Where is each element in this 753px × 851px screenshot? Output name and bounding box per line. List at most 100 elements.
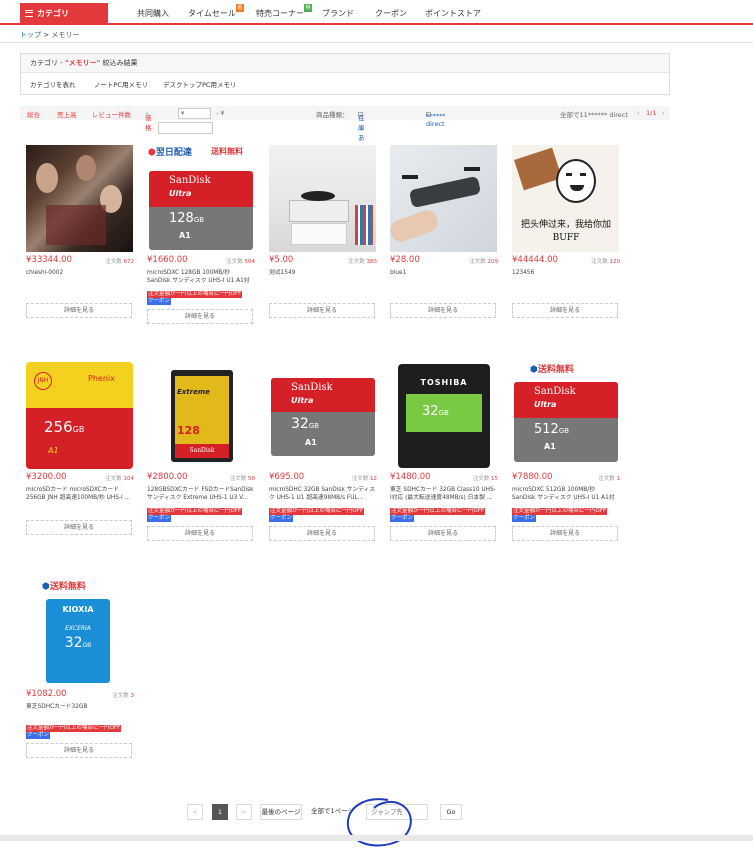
product-card[interactable]: Extreme 128 SanDisk ¥2800.00 注文数 50 128G… (147, 362, 255, 541)
pager-page-1[interactable]: 1 (212, 804, 228, 820)
product-card[interactable]: SanDisk Ultra 32GB A1 ¥695.00 注文数 12 mic… (269, 362, 377, 541)
sort-prev-icon[interactable]: ‹ (637, 109, 640, 117)
nav-item-time-sale-label: タイムセール (188, 9, 236, 18)
product-title[interactable]: 東芝 SDHCカード 32GB Class10 UHS-I対応 (最大転送速度4… (390, 486, 497, 502)
pager-last-button[interactable]: 最後のページ (260, 804, 302, 820)
nav-item-special-sale[interactable]: 特売コーナー 特 (256, 4, 312, 19)
product-image[interactable]: ⬢送料無料 KIOXIA EXCERIA 32GB (26, 579, 133, 686)
product-card[interactable]: ¥5.00 注文数 383 测试1549 詳細を見る (269, 145, 377, 318)
product-title[interactable]: chieshi-0002 (26, 269, 133, 277)
card-line: Ultra (291, 396, 314, 405)
product-title[interactable]: 東芝SDHCカード32GB (26, 703, 133, 711)
cap-number: 128 (169, 211, 194, 226)
card-line: Extreme (177, 388, 210, 396)
nav-item-coupon[interactable]: クーポン (375, 8, 407, 19)
cap-number: 32 (291, 416, 309, 432)
detail-button[interactable]: 詳細を見る (147, 309, 253, 324)
orders-count: 3 (130, 693, 135, 699)
detail-button[interactable]: 詳細を見る (26, 520, 132, 535)
product-image[interactable]: SanDisk Ultra 32GB A1 (269, 362, 376, 469)
next-day-icon: ⬢ (148, 148, 156, 158)
detail-button[interactable]: 詳細を見る (512, 526, 618, 541)
product-title[interactable]: microSDカード microSDXCカード 256GB JNH 超高速100… (26, 486, 133, 502)
product-image[interactable] (26, 145, 133, 252)
sort-overall[interactable]: 総合 (27, 109, 40, 119)
product-image[interactable]: Extreme 128 SanDisk (147, 362, 254, 469)
detail-button[interactable]: 詳細を見る (390, 303, 496, 318)
footer-divider (0, 835, 753, 841)
product-title[interactable]: blue1 (390, 269, 497, 277)
detail-button[interactable]: 詳細を見る (147, 526, 253, 541)
sort-sales[interactable]: 売上高 (57, 109, 77, 119)
pager-next-button[interactable]: > (236, 804, 252, 820)
nav-item-group-buy[interactable]: 共同購入 (137, 8, 169, 19)
breadcrumb-sep: > (41, 31, 52, 39)
product-image[interactable]: 把头伸过来，我给你加BUFF (512, 145, 619, 252)
card-capacity: 32GB (46, 635, 110, 651)
product-image[interactable]: TOSHIBA 32GB (390, 362, 497, 469)
sort-reviews[interactable]: レビュー件数 (92, 109, 131, 119)
nav-item-point-store[interactable]: ポイントストア (425, 8, 481, 19)
product-card[interactable]: ⬢翌日配達 送料無料 SanDisk Ultra 128GB A1 ¥1660.… (147, 145, 255, 324)
filter-tab-desktop[interactable]: デスクトップPC用メモリ (163, 79, 236, 89)
category-menu-button[interactable]: カテゴリ (20, 3, 108, 23)
product-orders: 注文数 3 (112, 691, 134, 699)
pager-prev-button[interactable]: < (187, 804, 203, 820)
product-orders: 注文数 15 (473, 474, 498, 482)
detail-button[interactable]: 詳細を見る (269, 303, 375, 318)
card-brand: KIOXIA (62, 605, 94, 614)
product-title[interactable]: microSDXC 128GB 100MB/秒 SanDisk サンディスク U… (147, 269, 254, 285)
coupon-badge[interactable]: クーポン (390, 515, 415, 522)
product-image[interactable]: JNH Phenix 256GB A1 (26, 362, 133, 469)
price-max-input[interactable] (158, 122, 213, 134)
product-title[interactable]: microSDHC 32GB SanDisk サンディスク UHS-1 U1 超… (269, 486, 376, 502)
product-card[interactable]: ¥33344.00 注文数 672 chieshi-0002 詳細を見る (26, 145, 134, 318)
product-title[interactable]: 123456 (512, 269, 619, 277)
direct-label: ****** direct (426, 112, 446, 128)
detail-button[interactable]: 詳細を見る (512, 303, 618, 318)
detail-button[interactable]: 詳細を見る (26, 303, 132, 318)
product-orders: 注文数 104 (105, 474, 134, 482)
special-sale-badge: 特 (304, 4, 312, 12)
product-image[interactable] (269, 145, 376, 252)
product-card[interactable]: 把头伸过来，我给你加BUFF ¥44444.00 注文数 120 123456 … (512, 145, 620, 318)
product-card[interactable]: ⬢送料無料 SanDisk Ultra 512GB A1 ¥7880.00 注文… (512, 362, 620, 541)
shipping-icon: ⬢ (42, 582, 50, 592)
product-title[interactable]: microSDXC 512GB 100MB/秒 SanDisk サンディスク U… (512, 486, 619, 502)
promo-block: 注文金額が一円以上の場合に一円OFF クーポン (26, 725, 122, 739)
orders-label: 注文数 (598, 476, 615, 482)
product-card[interactable]: JNH Phenix 256GB A1 ¥3200.00 注文数 104 mic… (26, 362, 134, 535)
pager-go-button[interactable]: Go (440, 804, 462, 820)
coupon-badge[interactable]: クーポン (147, 515, 172, 522)
nav-item-brand[interactable]: ブランド (322, 8, 354, 19)
product-card[interactable]: ⬢送料無料 KIOXIA EXCERIA 32GB ¥1082.00 注文数 3… (26, 579, 134, 758)
cap-unit: GB (82, 642, 92, 649)
cap-number: 256 (44, 418, 73, 436)
coupon-badge[interactable]: クーポン (147, 298, 172, 305)
detail-button[interactable]: 詳細を見る (269, 526, 375, 541)
breadcrumb-home[interactable]: トップ (20, 31, 41, 39)
product-card[interactable]: ¥28.00 注文数 209 blue1 詳細を見る (390, 145, 498, 318)
price-min-input[interactable] (178, 108, 211, 119)
detail-button[interactable]: 詳細を見る (390, 526, 496, 541)
product-title[interactable]: 128GBSDXCカード FSDカードSanDisk サンディスク Extrem… (147, 486, 254, 502)
orders-count: 104 (123, 476, 135, 482)
product-title[interactable]: 测试1549 (269, 269, 376, 277)
detail-button[interactable]: 詳細を見る (26, 743, 132, 758)
nav-item-time-sale[interactable]: タイムセール 限 (188, 4, 244, 19)
coupon-badge[interactable]: クーポン (26, 732, 51, 739)
phenix-label: Phenix (88, 374, 115, 383)
product-image[interactable]: ⬢翌日配達 送料無料 SanDisk Ultra 128GB A1 (147, 145, 254, 252)
coupon-badge[interactable]: クーポン (269, 515, 294, 522)
product-orders: 注文数 12 (352, 474, 377, 482)
filter-tab-notebook[interactable]: ノートPC用メモリ (94, 79, 148, 89)
filter-keyword: "メモリー" (64, 59, 101, 67)
product-image[interactable]: ⬢送料無料 SanDisk Ultra 512GB A1 (512, 362, 619, 469)
product-price: ¥33344.00 (26, 255, 72, 265)
product-card[interactable]: TOSHIBA 32GB ¥1480.00 注文数 15 東芝 SDHCカード … (390, 362, 498, 541)
sort-next-icon[interactable]: › (662, 109, 665, 117)
a1-mark: A1 (48, 446, 59, 455)
filter-tab-all[interactable]: カテゴリを表れ (30, 79, 76, 89)
product-image[interactable] (390, 145, 497, 252)
coupon-badge[interactable]: クーポン (512, 515, 537, 522)
